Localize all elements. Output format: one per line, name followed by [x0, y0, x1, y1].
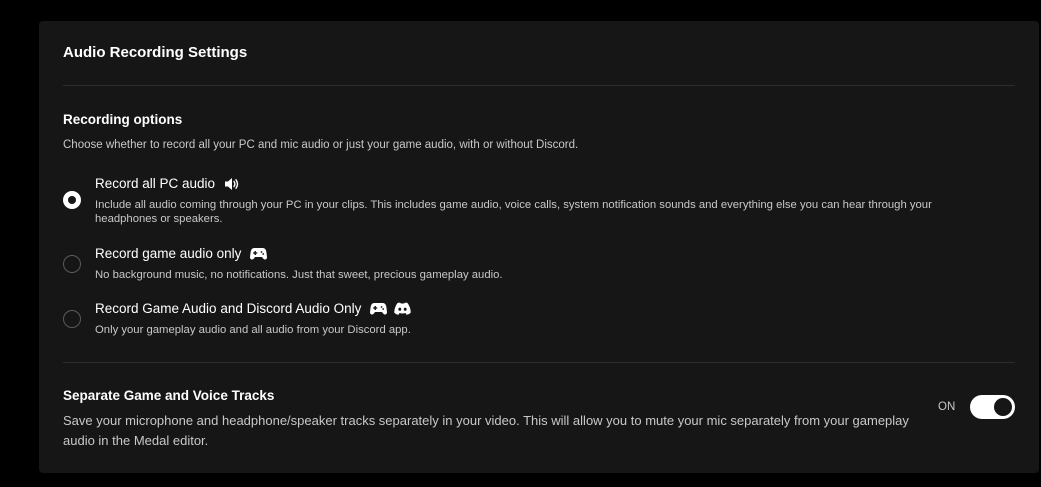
- toggle-state-label: ON: [938, 401, 956, 413]
- panel-title: Audio Recording Settings: [63, 44, 248, 61]
- option-description: Include all audio coming through your PC…: [95, 199, 932, 225]
- option-description: Only your gameplay audio and all audio f…: [95, 324, 411, 336]
- separate-tracks-title: Separate Game and Voice Tracks: [63, 388, 275, 403]
- option-label-text: Record Game Audio and Discord Audio Only: [95, 301, 362, 316]
- option-record-game-audio-only[interactable]: Record game audio only No background mus…: [63, 246, 1003, 286]
- option-label: Record all PC audio: [95, 176, 239, 191]
- header-divider: [63, 85, 1015, 86]
- gamepad-icon: [250, 247, 268, 261]
- separate-tracks-toggle[interactable]: [970, 395, 1015, 419]
- separate-tracks-description: Save your microphone and headphone/speak…: [63, 413, 909, 448]
- recording-options-title: Recording options: [63, 112, 183, 127]
- radio-record-all-pc-audio[interactable]: [63, 191, 81, 209]
- option-label-text: Record all PC audio: [95, 176, 216, 191]
- audio-recording-settings-panel: Audio Recording Settings Recording optio…: [39, 21, 1039, 473]
- radio-record-game-and-discord-audio[interactable]: [63, 310, 81, 328]
- option-label-text: Record game audio only: [95, 246, 242, 261]
- toggle-knob: [994, 398, 1012, 416]
- recording-options-description: Choose whether to record all your PC and…: [63, 139, 579, 151]
- option-description: No background music, no notifications. J…: [95, 269, 503, 281]
- option-record-all-pc-audio[interactable]: Record all PC audio Include all audio co…: [63, 176, 1003, 230]
- gamepad-icon: [370, 302, 388, 316]
- radio-record-game-audio-only[interactable]: [63, 255, 81, 273]
- option-record-game-and-discord-audio[interactable]: Record Game Audio and Discord Audio Only: [63, 301, 1003, 341]
- option-label: Record Game Audio and Discord Audio Only: [95, 301, 412, 316]
- discord-icon: [394, 302, 412, 316]
- speaker-icon: [224, 177, 239, 191]
- section-divider: [63, 362, 1015, 363]
- option-label: Record game audio only: [95, 246, 268, 261]
